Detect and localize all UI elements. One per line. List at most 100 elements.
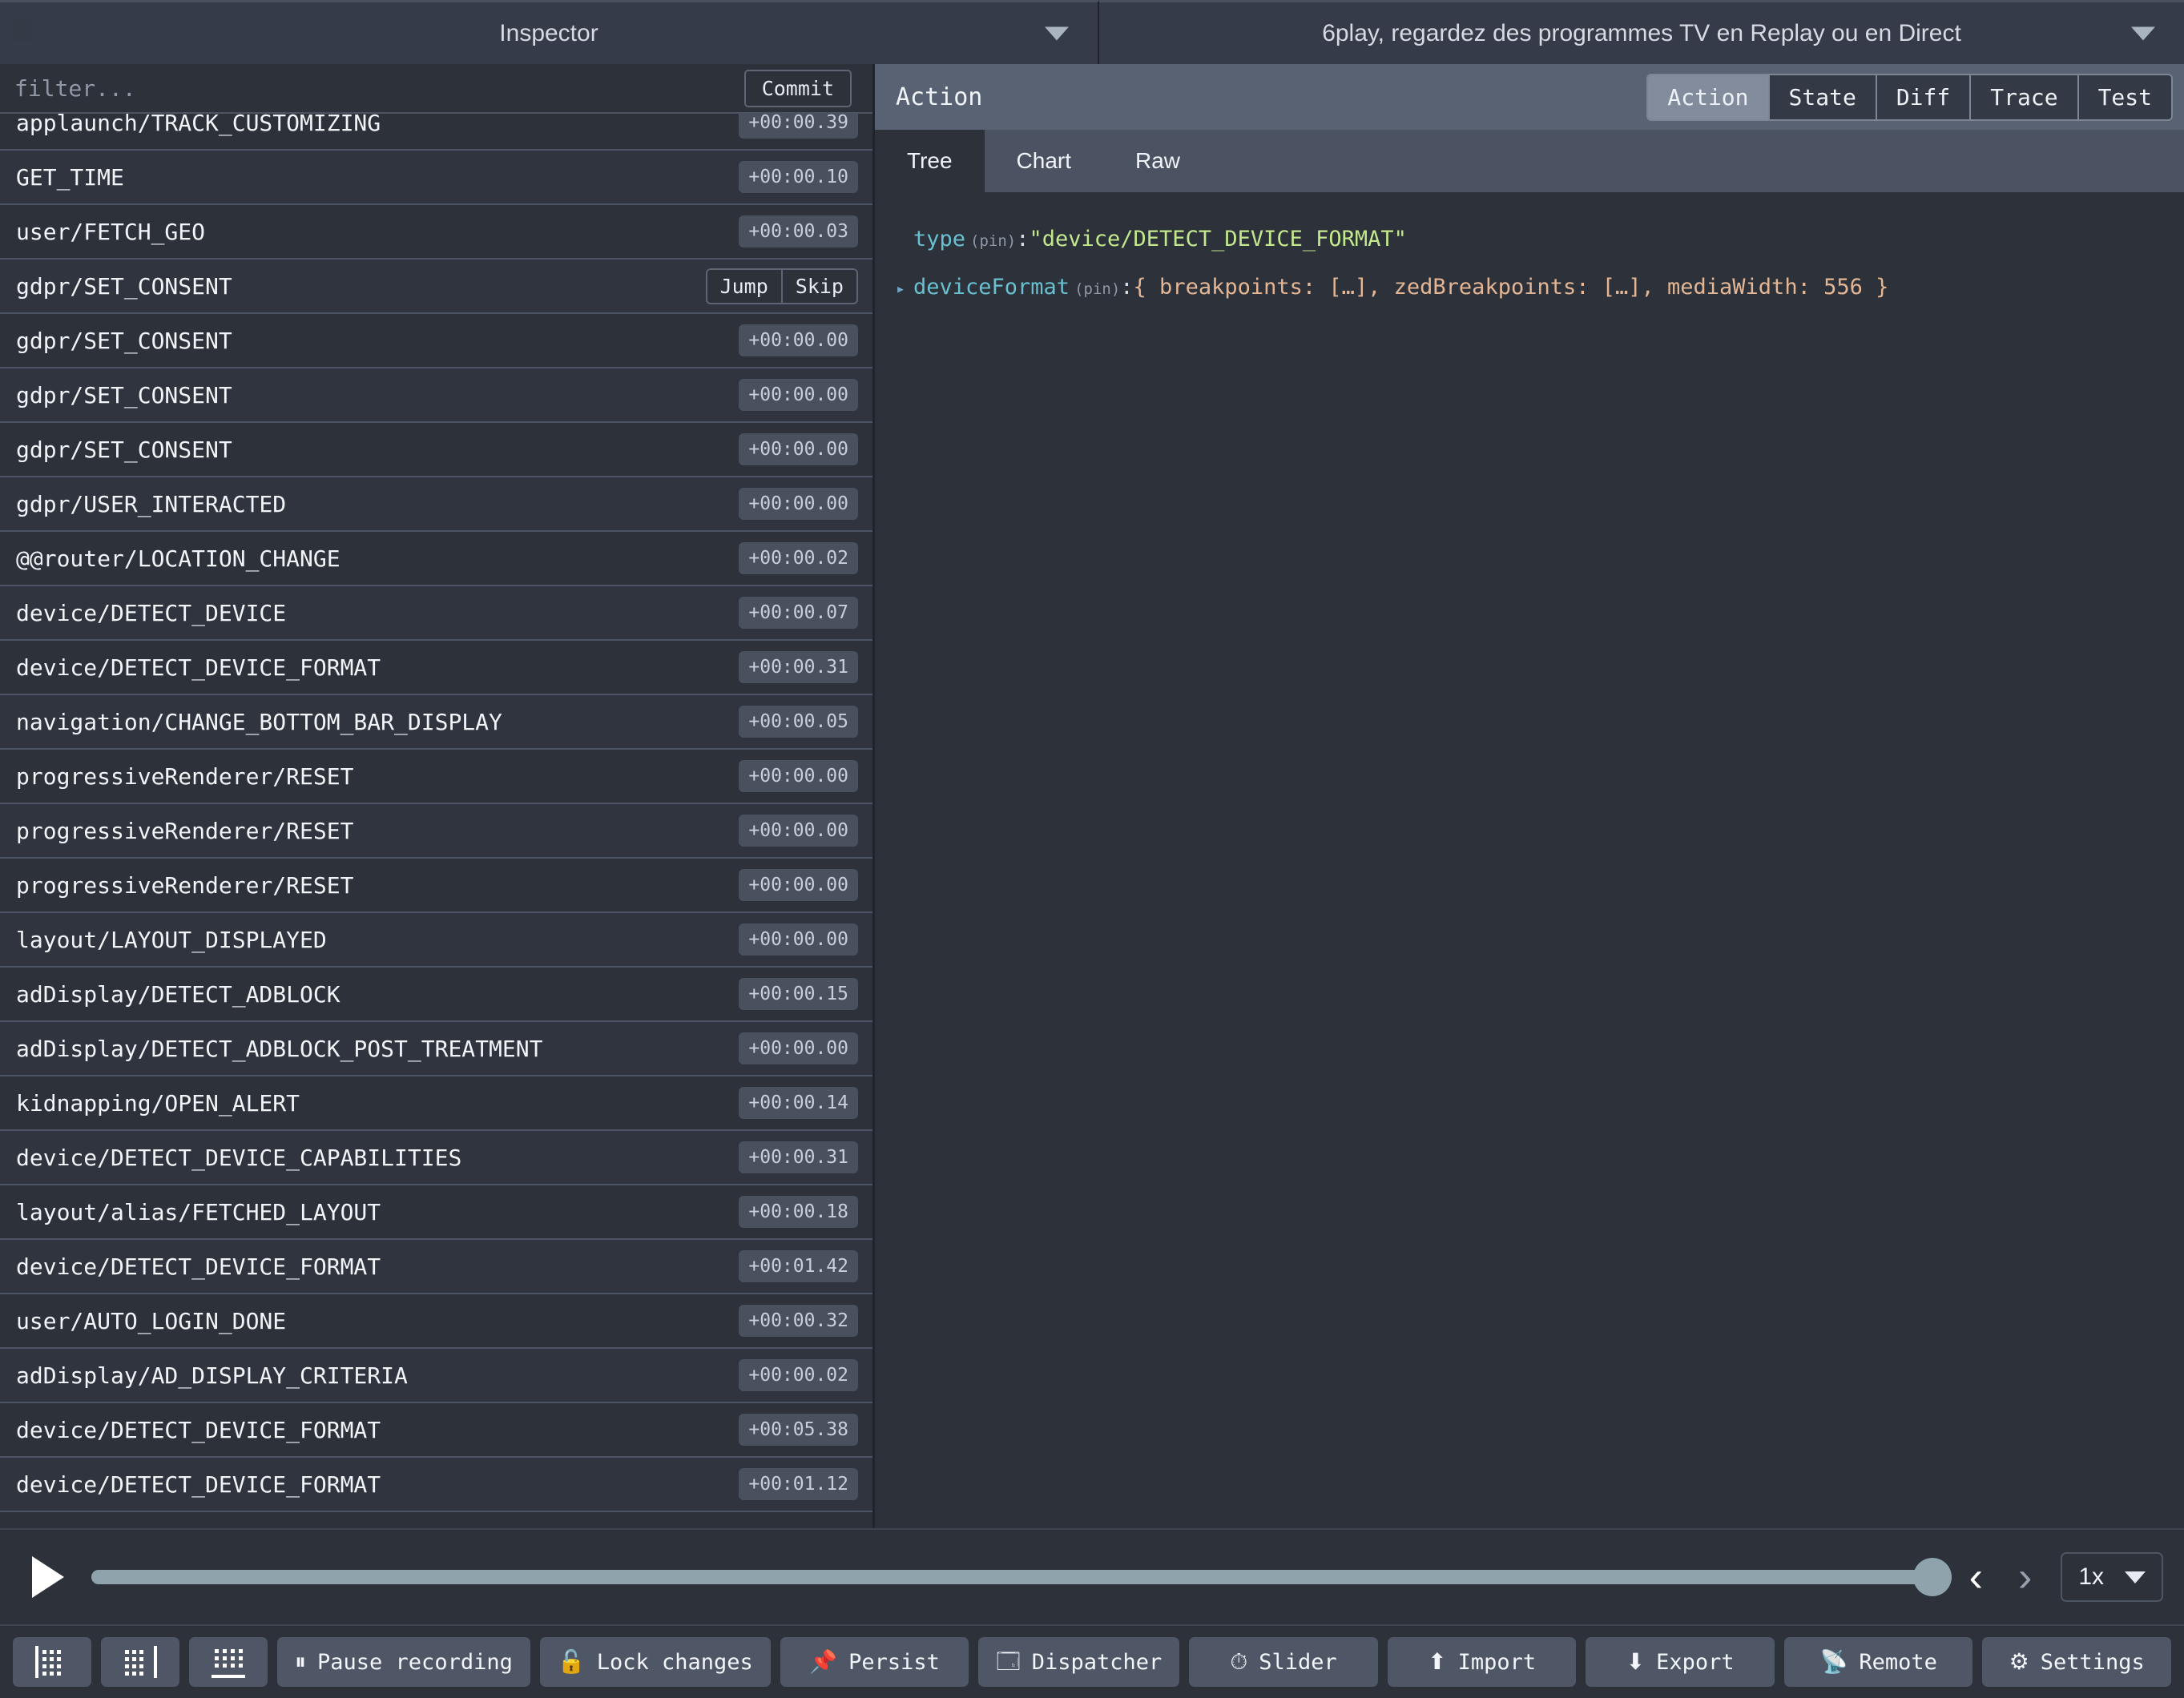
action-row[interactable]: gdpr/SET_CONSENT +00:00.00	[0, 314, 872, 368]
action-timestamp: +00:00.03	[739, 215, 858, 247]
panes: Commit applaunch/TRACK_CUSTOMIZING +00:00…	[0, 64, 2184, 1528]
tree-node[interactable]: type (pin): "device/DETECT_DEVICE_FORMAT"	[896, 216, 2184, 264]
action-label: adDisplay/DETECT_ADBLOCK	[16, 980, 340, 1008]
action-row[interactable]: device/DETECT_DEVICE_FORMAT +00:01.12	[0, 1458, 872, 1512]
jump-skip-group[interactable]: Jump Skip	[705, 268, 858, 304]
action-row[interactable]: adDisplay/AD_DISPLAY_CRITERIA +00:00.02	[0, 1349, 872, 1403]
playback-speed-select[interactable]: 1x	[2061, 1552, 2163, 1602]
action-row[interactable]: user/AUTO_LOGIN_DONE +00:00.32	[0, 1294, 872, 1349]
action-label: progressiveRenderer/RESET	[16, 762, 354, 790]
action-label: adDisplay/AD_DISPLAY_CRITERIA	[16, 1362, 408, 1389]
action-row[interactable]: kidnapping/OPEN_ALERT +00:00.14	[0, 1076, 872, 1131]
step-prev-button[interactable]: ‹	[1969, 1556, 1983, 1598]
action-list[interactable]: applaunch/TRACK_CUSTOMIZING +00:00.39 GET_…	[0, 112, 872, 1528]
action-label: navigation/CHANGE_BOTTOM_BAR_DISPLAY	[16, 708, 502, 735]
pin-label[interactable]: (pin)	[970, 218, 1016, 264]
dock-left-button[interactable]	[13, 1637, 91, 1687]
action-label: user/AUTO_LOGIN_DONE	[16, 1307, 287, 1334]
action-tree-view[interactable]: type (pin): "device/DETECT_DEVICE_FORMAT"…	[875, 192, 2184, 1528]
action-label: device/DETECT_DEVICE_FORMAT	[16, 1253, 381, 1280]
playback-speed-value: 1x	[2078, 1563, 2104, 1590]
chevron-down-icon[interactable]	[1045, 26, 1069, 40]
action-row[interactable]: layout/alias/FETCHED_LAYOUT +00:00.18	[0, 1185, 872, 1240]
action-row[interactable]: adDisplay/DETECT_ADBLOCK_POST_TREATMENT +…	[0, 1022, 872, 1076]
titlebar-row: Inspector 6play, regardez des programmes…	[0, 0, 2184, 64]
monitor-tab-diff[interactable]: Diff	[1876, 74, 1972, 119]
play-icon[interactable]	[32, 1556, 64, 1598]
export-button[interactable]: ⬇ Export	[1586, 1637, 1775, 1687]
monitor-tab-group[interactable]: Action State Diff Trace Test	[1646, 73, 2173, 121]
chevron-down-icon[interactable]	[2131, 26, 2155, 40]
timeline-slider[interactable]	[91, 1558, 1952, 1596]
action-timestamp: +00:01.42	[739, 1250, 858, 1282]
action-timestamp: +00:00.31	[739, 651, 858, 683]
settings-button[interactable]: ⚙ Settings	[1982, 1637, 2172, 1687]
expand-arrow-icon[interactable]: ▸	[896, 265, 913, 312]
monitor-selector-left[interactable]: Inspector	[0, 0, 1099, 64]
action-row[interactable]: device/DETECT_DEVICE +00:00.07	[0, 586, 872, 641]
subtab-raw[interactable]: Raw	[1103, 130, 1212, 192]
import-button[interactable]: ⬆ Import	[1387, 1637, 1577, 1687]
action-row[interactable]: progressiveRenderer/RESET +00:00.00	[0, 859, 872, 913]
dock-bottom-button[interactable]	[189, 1637, 268, 1687]
action-label: gdpr/SET_CONSENT	[16, 381, 232, 408]
tree-node[interactable]: ▸ deviceFormat (pin): { breakpoints: […], …	[896, 264, 2184, 312]
action-row[interactable]: user/FETCH_GEO +00:00.03	[0, 205, 872, 260]
action-row[interactable]: device/DETECT_DEVICE_FORMAT +00:01.42	[0, 1240, 872, 1294]
action-row[interactable]: progressiveRenderer/RESET +00:00.00	[0, 804, 872, 859]
action-row[interactable]: gdpr/SET_CONSENT +00:00.00	[0, 423, 872, 477]
action-row[interactable]: GET_TIME +00:00.10	[0, 151, 872, 205]
dock-bottom-icon	[212, 1646, 245, 1678]
slider-button[interactable]: ⏱ Slider	[1189, 1637, 1378, 1687]
action-list-scroll: applaunch/TRACK_CUSTOMIZING +00:00.39 GET_…	[0, 114, 872, 1512]
monitor-tab-test[interactable]: Test	[2078, 74, 2171, 119]
lock-changes-button[interactable]: 🔓 Lock changes	[539, 1637, 771, 1687]
action-label: gdpr/SET_CONSENT	[16, 327, 232, 354]
dock-right-button[interactable]	[101, 1637, 179, 1687]
monitor-tab-state[interactable]: State	[1769, 74, 1877, 119]
action-label: @@router/LOCATION_CHANGE	[16, 545, 340, 572]
filter-input[interactable]	[14, 74, 744, 102]
inspector-subtab-group[interactable]: Tree Chart Raw	[875, 130, 2184, 192]
action-timestamp: +00:00.05	[739, 706, 858, 738]
action-row[interactable]: progressiveRenderer/RESET +00:00.00	[0, 750, 872, 804]
action-row[interactable]: layout/LAYOUT_DISPLAYED +00:00.00	[0, 913, 872, 968]
instance-title-right: 6play, regardez des programmes TV en Rep…	[1322, 19, 1961, 46]
action-label: layout/alias/FETCHED_LAYOUT	[16, 1198, 381, 1225]
monitor-tab-action[interactable]: Action	[1648, 74, 1770, 119]
action-row[interactable]: device/DETECT_DEVICE_FORMAT +00:00.31	[0, 641, 872, 695]
tree-colon: :	[1016, 227, 1030, 251]
persist-button[interactable]: 📌 Persist	[780, 1637, 969, 1687]
pin-label[interactable]: (pin)	[1074, 266, 1120, 312]
settings-icon: ⚙	[2009, 1648, 2029, 1675]
action-row[interactable]: @@router/LOCATION_CHANGE +00:00.02	[0, 532, 872, 586]
step-next-button[interactable]: ›	[2018, 1556, 2032, 1598]
skip-button[interactable]: Skip	[780, 269, 856, 303]
action-row[interactable]: navigation/CHANGE_BOTTOM_BAR_DISPLAY +00:…	[0, 695, 872, 750]
action-label: device/DETECT_DEVICE_CAPABILITIES	[16, 1144, 462, 1171]
instance-selector-right[interactable]: 6play, regardez des programmes TV en Rep…	[1099, 0, 2184, 64]
commit-button[interactable]: Commit	[743, 69, 852, 107]
action-row[interactable]: gdpr/USER_INTERACTED +00:00.00	[0, 477, 872, 532]
monitor-tab-trace[interactable]: Trace	[1971, 74, 2079, 119]
action-label: GET_TIME	[16, 163, 124, 191]
settings-label: Settings	[2040, 1649, 2145, 1675]
subtab-tree[interactable]: Tree	[875, 130, 985, 192]
action-row[interactable]: gdpr/SET_CONSENT Jump Skip	[0, 260, 872, 314]
action-row[interactable]: device/DETECT_DEVICE_CAPABILITIES +00:00.…	[0, 1131, 872, 1185]
pause-recording-button[interactable]: ⏸ Pause recording	[277, 1637, 530, 1687]
action-row[interactable]: adDisplay/DETECT_ADBLOCK +00:00.15	[0, 968, 872, 1022]
timeline-thumb[interactable]	[1912, 1558, 1952, 1596]
dispatcher-button[interactable]: 🗔 Dispatcher	[978, 1637, 1180, 1687]
action-timestamp: +00:00.32	[739, 1305, 858, 1337]
action-row[interactable]: applaunch/TRACK_CUSTOMIZING +00:00.39	[0, 114, 872, 151]
subtab-chart[interactable]: Chart	[985, 130, 1103, 192]
action-row[interactable]: device/DETECT_DEVICE_FORMAT +00:05.38	[0, 1403, 872, 1458]
action-row[interactable]: gdpr/SET_CONSENT +00:00.00	[0, 368, 872, 423]
filter-bar: Commit	[0, 64, 872, 112]
persist-icon: 📌	[809, 1648, 838, 1675]
action-timestamp: +00:00.00	[739, 760, 858, 792]
jump-button[interactable]: Jump	[707, 269, 781, 303]
remote-button[interactable]: 📡 Remote	[1783, 1637, 1973, 1687]
remote-label: Remote	[1859, 1649, 1937, 1675]
